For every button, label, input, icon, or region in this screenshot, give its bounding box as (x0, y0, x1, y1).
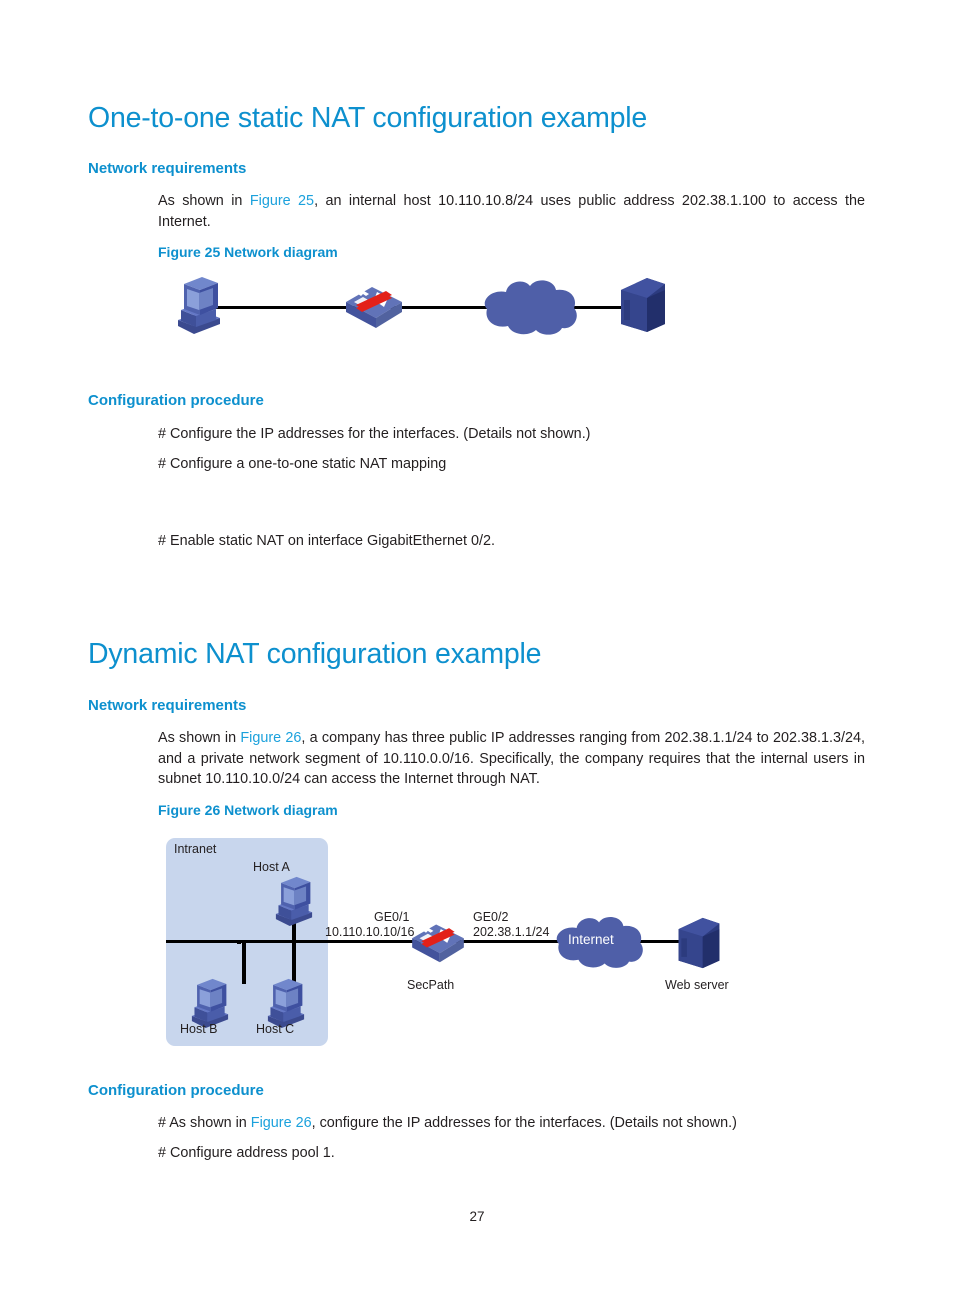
figure-26-network-diagram: Intranet Host A Host B Host C GE0/1 10.1… (160, 830, 780, 1055)
host-pc-icon (178, 277, 220, 334)
command-line-4: # As shown in Figure 26, configure the I… (158, 1113, 737, 1134)
host-a-label: Host A (253, 860, 290, 874)
command-line-1: # Configure the IP addresses for the int… (158, 426, 591, 442)
heading-configuration-procedure-1: Configuration procedure (88, 392, 264, 409)
page-title-static-nat: One-to-one static NAT configuration exam… (88, 102, 648, 134)
host-a-pc-icon (275, 876, 313, 926)
interface-ge0-2-address: 202.38.1.1/24 (473, 925, 550, 939)
intranet-zone-label: Intranet (174, 842, 217, 856)
page-title-dynamic-nat: Dynamic NAT configuration example (88, 638, 542, 670)
host-c-label: Host C (256, 1022, 295, 1036)
figure-link-25[interactable]: Figure 25 (250, 193, 314, 209)
internet-cloud-icon (484, 280, 577, 335)
figure-caption-25: Figure 25 Network diagram (158, 244, 338, 260)
host-b-pc-icon (191, 978, 229, 1028)
heading-configuration-procedure-2: Configuration procedure (88, 1082, 264, 1099)
text-run: , configure the IP addresses for the int… (311, 1115, 737, 1131)
command-line-3: # Enable static NAT on interface Gigabit… (158, 533, 496, 549)
page-number: 27 (469, 1209, 485, 1224)
secpath-firewall-icon (412, 924, 464, 963)
web-server-icon-2 (678, 917, 720, 969)
interface-ge0-1-name: GE0/1 (374, 910, 410, 924)
text-run: As shown in (158, 730, 241, 746)
command-line-2: # Configure a one-to-one static NAT mapp… (158, 456, 447, 472)
web-server-icon (621, 278, 665, 332)
drop-line-host-c (292, 942, 296, 982)
lan-bus-line (166, 940, 431, 943)
figure-link-26-inline[interactable]: Figure 26 (251, 1115, 312, 1131)
paragraph-requirements-2: As shown in Figure 26, a company has thr… (158, 728, 865, 790)
internet-cloud-label: Internet (568, 932, 614, 947)
figure-25-network-diagram (160, 270, 700, 350)
web-server-label: Web server (665, 978, 729, 992)
command-line-5: # Configure address pool 1. (158, 1145, 335, 1161)
text-run: # As shown in (158, 1115, 251, 1131)
host-c-pc-icon (267, 978, 305, 1028)
interface-ge0-2-name: GE0/2 (473, 910, 509, 924)
paragraph-requirements-1: As shown in Figure 25, an internal host … (158, 191, 865, 232)
text-run: As shown in (158, 193, 250, 209)
bus-junction (237, 942, 241, 944)
figure-link-26[interactable]: Figure 26 (240, 730, 301, 746)
interface-ge0-1-address: 10.110.10.10/16 (325, 925, 415, 939)
heading-network-requirements-1: Network requirements (88, 160, 247, 177)
heading-network-requirements-2: Network requirements (88, 697, 247, 714)
secpath-device-label: SecPath (407, 978, 455, 992)
firewall-device-icon (346, 287, 402, 328)
document-page: One-to-one static NAT configuration exam… (0, 0, 954, 1296)
drop-line-host-b (242, 942, 246, 984)
host-b-label: Host B (180, 1022, 218, 1036)
figure-caption-26: Figure 26 Network diagram (158, 802, 338, 818)
